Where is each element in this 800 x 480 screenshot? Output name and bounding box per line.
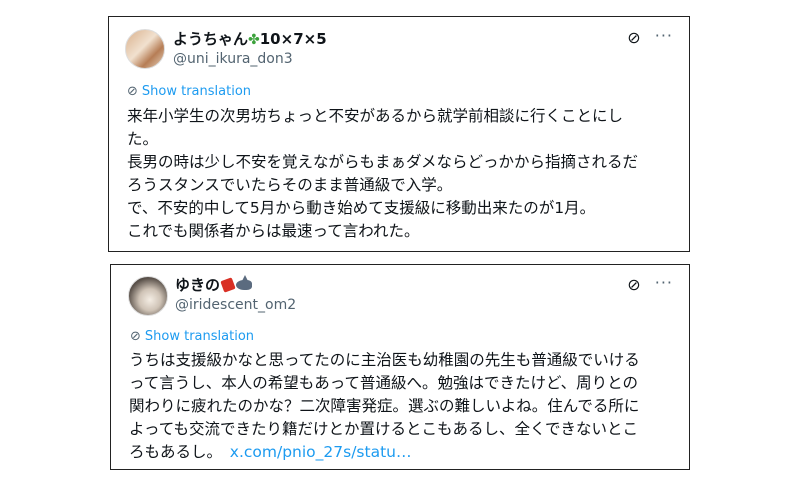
user-handle[interactable]: @iridescent_om2 [175, 296, 296, 314]
post-card: ゆきの @iridescent_om2 ⊘ ··· ⊘ Show translat… [110, 264, 690, 470]
more-options-icon[interactable]: ··· [655, 27, 673, 45]
post-text-line: ろもあるし。 [129, 443, 215, 461]
avatar[interactable] [125, 29, 165, 69]
red-emoji-icon [220, 277, 236, 293]
post-link[interactable]: x.com/pnio_27s/statu… [230, 443, 412, 461]
show-translation-link[interactable]: ⊘ Show translation [130, 329, 254, 345]
avatar[interactable] [128, 276, 168, 316]
post-text-line: 長男の時は少し不安を覚えながらもまぁダメならどっかから指摘されるだ [127, 153, 639, 171]
display-name[interactable]: ようちゃん✤10×7×5 [173, 29, 327, 50]
post-text-line-with-link: ろもあるし。 x.com/pnio_27s/statu… [129, 441, 689, 464]
display-name-text: ようちゃん [173, 30, 249, 48]
shark-emoji-icon [236, 275, 253, 290]
post-text-line: よっても交流できたり籍だけとか置けるとこもあるし、全くできないとこ [129, 420, 639, 438]
more-options-icon[interactable]: ··· [655, 274, 673, 292]
post-text-line: ろうスタンスでいたらそのまま普通級で入学。 [127, 176, 453, 194]
post-text: うちは支援級かなと思ってたのに主治医も幼稚園の先生も普通級でいける って言うし、… [129, 349, 689, 464]
display-name-suffix: 10×7×5 [259, 30, 327, 48]
post-text: 来年小学生の次男坊ちょっと不安があるから就学前相談に行くことにし た。 長男の時… [127, 105, 687, 243]
post-text-line: これでも関係者からは最速って言われた。 [127, 222, 420, 240]
translate-icon: ⊘ [130, 329, 141, 344]
show-translation-label: Show translation [141, 84, 252, 99]
show-translation-label: Show translation [144, 329, 255, 344]
post-text-line: で、不安的中して5月から動き始めて支援級に移動出来たのが1月。 [127, 199, 596, 217]
post-card: ようちゃん✤10×7×5 @uni_ikura_don3 ⊘ ··· ⊘ Show… [108, 16, 690, 252]
post-text-line: 関わりに疲れたのかな？二次障害発症。選ぶの難しいよね。住んでる所に [129, 397, 640, 415]
grok-icon[interactable]: ⊘ [625, 29, 643, 47]
translate-icon: ⊘ [127, 84, 138, 99]
show-translation-link[interactable]: ⊘ Show translation [127, 84, 251, 100]
post-text-line: って言うし、本人の希望もあって普通級へ。勉強はできたけど、周りとの [129, 374, 639, 392]
display-name[interactable]: ゆきの [175, 275, 253, 295]
user-handle[interactable]: @uni_ikura_don3 [173, 50, 293, 68]
post-text-line: うちは支援級かなと思ってたのに主治医も幼稚園の先生も普通級でいける [129, 351, 640, 369]
post-text-line: た。 [127, 130, 159, 148]
grok-icon[interactable]: ⊘ [625, 276, 643, 294]
four-leaf-clover-icon: ✤ [248, 32, 260, 48]
display-name-text: ゆきの [175, 276, 221, 294]
post-text-line: 来年小学生の次男坊ちょっと不安があるから就学前相談に行くことにし [127, 107, 624, 125]
